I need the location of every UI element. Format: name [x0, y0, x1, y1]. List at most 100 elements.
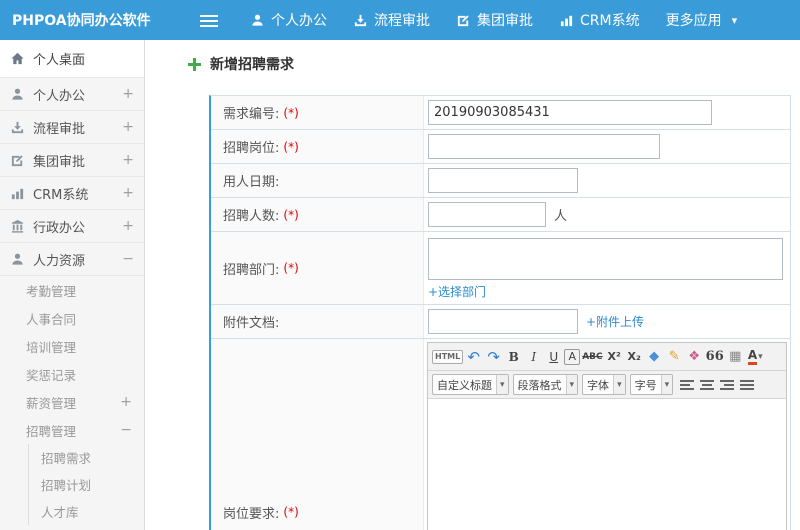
- clear-format-brush-icon[interactable]: ❖: [685, 346, 704, 368]
- attachment-input[interactable]: [428, 309, 578, 334]
- form-row-position: 招聘岗位: (*): [211, 130, 790, 164]
- sidebar-subitem-label: 培训管理: [26, 339, 77, 355]
- headcount-input[interactable]: [428, 202, 546, 227]
- chevron-down-icon: ▾: [496, 375, 508, 394]
- insert-table-icon[interactable]: ▦: [726, 346, 745, 368]
- sidebar-subitem-label: 人事合同: [26, 311, 77, 327]
- html-source-button[interactable]: HTML: [432, 349, 464, 364]
- edit-square-icon: [457, 14, 469, 26]
- sidebar-subitem-recruit-mgmt[interactable]: 招聘管理 −: [0, 416, 144, 444]
- sidebar-item-label: 行政办公: [33, 220, 86, 236]
- sidebar-item-label: 集团审批: [33, 154, 86, 170]
- top-header: PHPOA协同办公软件 个人办公 流程审批 集团审批 CRM系统 更多应用 ▾: [0, 0, 800, 40]
- expand-toggle[interactable]: +: [122, 87, 134, 101]
- nav-personal-office[interactable]: 个人办公: [250, 10, 327, 30]
- attachment-upload-link[interactable]: +附件上传: [586, 313, 644, 330]
- strikethrough-button[interactable]: ABC: [581, 346, 603, 368]
- position-input[interactable]: [428, 134, 660, 159]
- chevron-down-icon: ▾: [731, 13, 738, 27]
- edit-square-icon: [11, 154, 23, 166]
- sidebar-item-desktop[interactable]: 个人桌面: [0, 40, 144, 78]
- font-size-select[interactable]: 字号 ▾: [629, 374, 674, 395]
- format-painter-icon[interactable]: ✎: [665, 346, 684, 368]
- sidebar-subitem-recruit-plan[interactable]: 招聘计划: [28, 471, 144, 498]
- hire-date-input[interactable]: [428, 168, 578, 193]
- font-family-select[interactable]: 字体 ▾: [582, 374, 626, 395]
- font-color-button[interactable]: A ▾: [746, 346, 765, 368]
- italic-button[interactable]: I: [524, 346, 543, 368]
- align-justify-icon[interactable]: [737, 374, 756, 396]
- sidebar-subitem-recruit-demand[interactable]: 招聘需求: [28, 444, 144, 471]
- department-textarea[interactable]: [428, 238, 783, 280]
- sidebar-subitem-hr-contract[interactable]: 人事合同: [0, 304, 144, 332]
- required-mark: (*): [283, 105, 299, 120]
- sidebar-subitem-label: 招聘需求: [41, 451, 92, 466]
- nav-label: 集团审批: [477, 13, 533, 29]
- paragraph-format-select[interactable]: 段落格式 ▾: [512, 374, 579, 395]
- field-label: 招聘人数: (*): [211, 198, 424, 231]
- sidebar-item-group-approval[interactable]: 集团审批 +: [0, 144, 144, 177]
- editor-content-area[interactable]: [428, 399, 786, 530]
- sidebar-item-hr[interactable]: 人力资源 −: [0, 243, 144, 276]
- expand-toggle[interactable]: +: [122, 219, 134, 233]
- chevron-down-icon: ▾: [613, 375, 625, 394]
- sidebar-item-personal-office[interactable]: 个人办公 +: [0, 78, 144, 111]
- person-icon: [252, 14, 263, 26]
- expand-toggle[interactable]: +: [122, 153, 134, 167]
- sidebar-item-label: 个人办公: [33, 88, 86, 104]
- select-department-link[interactable]: +选择部门: [428, 283, 486, 300]
- field-label: 需求编号: (*): [211, 96, 424, 129]
- nav-label: CRM系统: [580, 13, 640, 29]
- required-mark: (*): [283, 261, 299, 275]
- editor-toolbar-row2: 自定义标题 ▾ 段落格式 ▾ 字体 ▾ 字号 ▾: [428, 371, 786, 399]
- collapse-toggle[interactable]: −: [120, 423, 132, 437]
- bold-button[interactable]: B: [504, 346, 523, 368]
- subscript-button[interactable]: X₂: [625, 346, 644, 368]
- sidebar-item-process-approval[interactable]: 流程审批 +: [0, 111, 144, 144]
- form-row-requirements: 岗位要求: (*) HTML ↶ ↷ B I U A ABC X² X₂ ◆ ✎…: [211, 339, 790, 530]
- sidebar-subitem-label: 薪资管理: [26, 395, 77, 411]
- nav-more-apps[interactable]: 更多应用 ▾: [666, 10, 738, 30]
- form-row-department: 招聘部门: (*) +选择部门: [211, 232, 790, 305]
- sidebar-subitem-salary[interactable]: 薪资管理 +: [0, 388, 144, 416]
- collapse-toggle[interactable]: −: [122, 252, 134, 266]
- superscript-button[interactable]: X²: [605, 346, 624, 368]
- nav-crm-system[interactable]: CRM系统: [559, 10, 640, 30]
- underline-button[interactable]: U: [544, 346, 563, 368]
- redo-icon[interactable]: ↷: [484, 346, 503, 368]
- demand-number-input[interactable]: [428, 100, 712, 125]
- sidebar-item-admin-office[interactable]: 行政办公 +: [0, 210, 144, 243]
- sidebar-subitem-attendance[interactable]: 考勤管理: [0, 276, 144, 304]
- menu-toggle-icon[interactable]: [200, 13, 220, 27]
- expand-toggle[interactable]: +: [122, 120, 134, 134]
- form-row-hire-date: 用人日期:: [211, 164, 790, 198]
- sidebar-subitem-rewards[interactable]: 奖惩记录: [0, 360, 144, 388]
- align-left-icon[interactable]: [677, 374, 696, 396]
- custom-heading-select[interactable]: 自定义标题 ▾: [432, 374, 509, 395]
- expand-toggle[interactable]: +: [122, 186, 134, 200]
- editor-toolbar-row1: HTML ↶ ↷ B I U A ABC X² X₂ ◆ ✎ ❖ 66 ▦ A …: [428, 343, 786, 371]
- sidebar-subitem-label: 招聘计划: [41, 478, 92, 493]
- sidebar-item-label: CRM系统: [33, 187, 89, 203]
- sidebar-subitem-training[interactable]: 培训管理: [0, 332, 144, 360]
- sidebar-item-label: 个人桌面: [33, 53, 86, 68]
- align-center-icon[interactable]: [697, 374, 716, 396]
- home-icon: [11, 52, 24, 65]
- sidebar-item-crm[interactable]: CRM系统 +: [0, 177, 144, 210]
- undo-icon[interactable]: ↶: [464, 346, 483, 368]
- align-right-icon[interactable]: [717, 374, 736, 396]
- sidebar-subitem-label: 招聘管理: [26, 423, 77, 439]
- blockquote-icon[interactable]: 66: [705, 346, 725, 368]
- bar-chart-icon: [560, 15, 573, 26]
- nav-process-approval[interactable]: 流程审批: [353, 10, 430, 30]
- field-label: 岗位要求: (*): [211, 339, 424, 530]
- eraser-icon[interactable]: ◆: [645, 346, 664, 368]
- chevron-down-icon: ▾: [758, 351, 763, 362]
- sidebar-subitem-talent-pool[interactable]: 人才库: [28, 498, 144, 525]
- expand-toggle[interactable]: +: [120, 395, 132, 409]
- font-style-button[interactable]: A: [564, 348, 581, 365]
- chevron-down-icon: ▾: [565, 375, 578, 394]
- unit-suffix: 人: [554, 209, 568, 224]
- recruit-demand-form: 需求编号: (*) 招聘岗位: (*) 用人日期:: [209, 95, 791, 530]
- nav-group-approval[interactable]: 集团审批: [456, 10, 533, 30]
